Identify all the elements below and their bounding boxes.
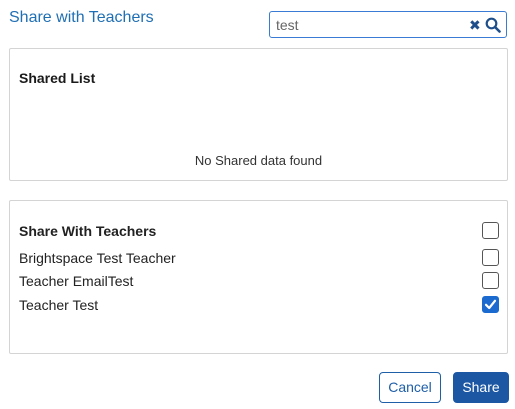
teacher-name: Teacher Test [19, 297, 99, 313]
search-icon[interactable] [485, 17, 501, 33]
dialog-title: Share with Teachers [9, 9, 154, 26]
share-with-teachers-panel: Share With Teachers Brightspace Test Tea… [9, 200, 508, 354]
search-box[interactable]: ✖ [269, 11, 507, 38]
share-with-heading: Share With Teachers [19, 223, 157, 239]
shared-list-heading: Shared List [19, 70, 96, 86]
teacher-name: Brightspace Test Teacher [19, 250, 176, 266]
teacher-checkbox[interactable] [482, 272, 499, 289]
teacher-name: Teacher EmailTest [19, 273, 134, 289]
select-all-checkbox[interactable] [482, 222, 499, 239]
teacher-checkbox[interactable] [482, 249, 499, 266]
share-dialog: Share with Teachers ✖ Shared List No Sha… [0, 0, 515, 409]
empty-message: No Shared data found [194, 153, 323, 168]
share-button[interactable]: Share [453, 372, 509, 403]
search-input[interactable] [276, 15, 466, 34]
select-all-row: Share With Teachers [19, 222, 499, 242]
teacher-row: Teacher EmailTest [19, 272, 499, 292]
teacher-row: Teacher Test [19, 296, 499, 316]
checkmark-icon [484, 299, 497, 310]
close-icon[interactable]: ✖ [469, 17, 481, 33]
cancel-button[interactable]: Cancel [379, 372, 441, 403]
teacher-row: Brightspace Test Teacher [19, 249, 499, 269]
teacher-checkbox[interactable] [482, 296, 499, 313]
shared-list-panel: Shared List No Shared data found [9, 48, 508, 181]
